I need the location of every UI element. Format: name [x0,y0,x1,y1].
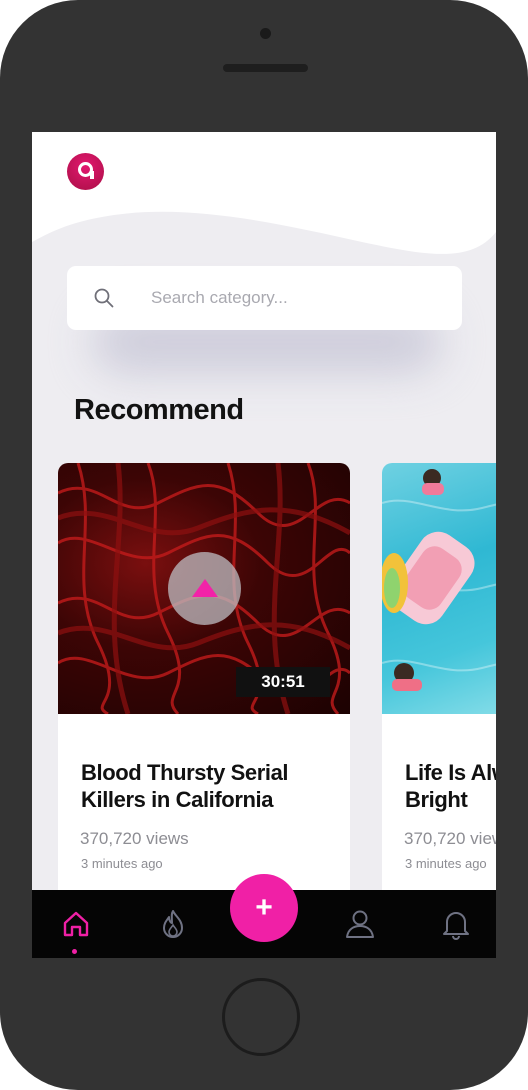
video-card[interactable]: Life Is Always Bright 370,720 views 3 mi… [382,463,496,903]
play-icon [192,579,218,597]
video-title[interactable]: Blood Thursty Serial Killers in Californ… [81,759,331,813]
app-screen: Recommend [32,132,496,958]
bell-icon [443,912,469,940]
nav-item-trending[interactable] [143,890,203,958]
video-duration: 30:51 [236,667,330,697]
home-hardware-button[interactable] [222,978,300,1056]
section-title: Recommend [74,394,244,426]
home-icon [63,911,89,937]
fire-icon [163,910,183,938]
video-thumbnail[interactable] [382,463,496,714]
nav-item-notifications[interactable] [426,890,486,958]
earpiece-speaker [223,64,308,72]
video-thumbnail[interactable]: 30:51 [58,463,350,714]
thumbnail-texture [382,469,496,691]
search-icon [94,288,114,308]
video-card[interactable]: 30:51 Blood Thursty Serial Killers in Ca… [58,463,350,903]
front-camera [260,28,271,39]
search-input[interactable] [151,286,431,310]
video-views: 370,720 views [404,829,496,848]
plus-icon: + [255,891,273,924]
video-views: 370,720 views [80,829,189,848]
video-time: 3 minutes ago [405,856,487,871]
add-button[interactable]: + [230,874,298,942]
video-title[interactable]: Life Is Always Bright [405,759,496,813]
active-nav-indicator [72,949,77,954]
user-icon [346,910,374,938]
search-bar[interactable] [67,266,462,330]
nav-item-profile[interactable] [330,890,390,958]
nav-item-home[interactable] [46,890,106,958]
brand-logo-icon[interactable] [67,153,104,190]
header-wave-background [32,132,496,254]
video-time: 3 minutes ago [81,856,163,871]
phone-frame: Recommend [0,0,528,1090]
play-button[interactable] [168,552,241,625]
